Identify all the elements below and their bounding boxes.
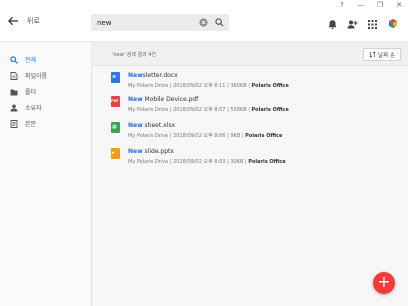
owner-icon xyxy=(10,104,18,111)
add-fab-button[interactable]: + xyxy=(373,272,395,294)
file-name-icon xyxy=(10,71,18,80)
list-item[interactable]: ≡ Newsletter.docx My Polaris Drive | 201… xyxy=(111,72,371,96)
document-icon xyxy=(10,119,18,128)
word-file-icon: ≡ xyxy=(111,72,120,83)
back-label: 뒤로 xyxy=(27,17,40,25)
list-item[interactable]: ▦ New sheet.xlsx My Polaris Drive | 2018… xyxy=(111,122,371,146)
sidebar-item-label: 폴더 xyxy=(25,89,37,96)
polaris-logo-icon[interactable] xyxy=(387,15,398,28)
bell-icon[interactable] xyxy=(327,15,338,30)
help-button[interactable]: ? xyxy=(340,1,344,9)
minimize-button[interactable]: — xyxy=(357,1,364,9)
file-name: New Mobile Device.pdf xyxy=(128,96,199,103)
file-name: New sheet.xlsx xyxy=(128,122,176,129)
file-name: Newsletter.docx xyxy=(128,72,178,79)
file-meta: My Polaris Drive | 2018/09/02 오후 8:11 | … xyxy=(128,83,289,89)
sidebar-item-label: 파일이름 xyxy=(25,73,48,80)
file-meta: My Polaris Drive | 2018/09/02 오후 8:03 | … xyxy=(128,159,286,165)
list-item[interactable]: PDF New Mobile Device.pdf My Polaris Dri… xyxy=(111,96,371,120)
sidebar-item-label: 전체 xyxy=(25,57,37,64)
sidebar-item-label: 소유자 xyxy=(25,105,42,112)
close-button[interactable]: ✕ xyxy=(396,1,402,9)
window-controls: ? — ❐ ✕ xyxy=(340,1,402,9)
sidebar: 전체 파일이름 폴더 소유자 본문 xyxy=(0,42,92,306)
search-input[interactable] xyxy=(97,16,197,29)
file-name: New slide.pptx xyxy=(128,148,174,155)
sort-button[interactable]: 날짜 순 xyxy=(363,48,401,61)
sidebar-item-owner[interactable]: 소유자 xyxy=(10,103,42,112)
restore-button[interactable]: ❐ xyxy=(377,1,383,9)
sidebar-item-content[interactable]: 본문 xyxy=(10,119,36,128)
list-item[interactable]: ▸ New slide.pptx My Polaris Drive | 2018… xyxy=(111,148,371,172)
result-summary: 'new' 검색 결과 4건 xyxy=(112,52,157,58)
file-meta: My Polaris Drive | 2018/09/02 오후 8:06 | … xyxy=(128,133,283,139)
sidebar-item-filename[interactable]: 파일이름 xyxy=(10,71,47,80)
sidebar-item-folder[interactable]: 폴더 xyxy=(10,87,36,96)
search-box xyxy=(91,14,229,31)
search-icon xyxy=(10,55,18,64)
sort-icon xyxy=(369,51,376,58)
pdf-file-icon: PDF xyxy=(111,96,120,107)
slide-file-icon: ▸ xyxy=(111,148,120,159)
sidebar-item-label: 본문 xyxy=(25,121,37,128)
arrow-left-icon xyxy=(8,16,19,26)
sidebar-item-all[interactable]: 전체 xyxy=(10,55,36,64)
sheet-file-icon: ▦ xyxy=(111,122,120,133)
add-user-icon[interactable] xyxy=(347,15,358,29)
folder-icon xyxy=(10,89,18,95)
top-icons xyxy=(327,15,398,30)
result-bar: 'new' 검색 결과 4건 날짜 순 xyxy=(93,42,408,66)
top-bar: ? — ❐ ✕ 뒤로 xyxy=(0,0,408,42)
sort-label: 날짜 순 xyxy=(378,52,395,59)
file-meta: My Polaris Drive | 2018/09/02 오후 8:07 | … xyxy=(128,107,289,113)
back-button[interactable]: 뒤로 xyxy=(8,16,40,26)
search-icon[interactable] xyxy=(215,18,224,27)
apps-grid-icon[interactable] xyxy=(367,15,378,29)
clear-icon[interactable] xyxy=(199,18,208,27)
